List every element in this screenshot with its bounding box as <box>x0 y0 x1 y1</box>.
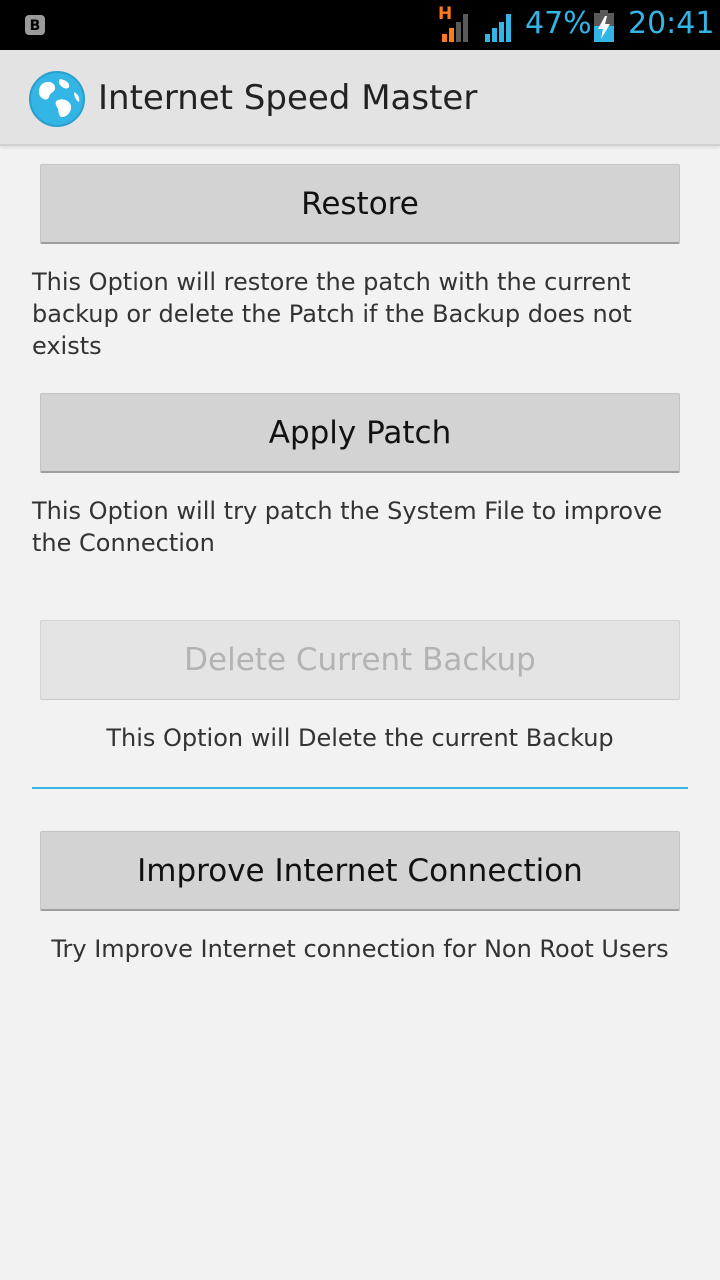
section-divider <box>32 787 688 789</box>
restore-description: This Option will restore the patch with … <box>32 268 632 360</box>
improve-connection-description: Try Improve Internet connection for Non … <box>51 935 669 963</box>
status-bar: B H 47% 20:41 <box>0 0 720 50</box>
clock: 20:41 <box>628 6 715 41</box>
action-bar: Internet Speed Master <box>0 50 720 146</box>
blogger-notification-icon: B <box>25 15 45 35</box>
battery-charging-icon <box>594 10 614 42</box>
apply-patch-description: This Option will try patch the System Fi… <box>32 497 663 557</box>
apply-patch-button[interactable]: Apply Patch <box>40 393 680 473</box>
improve-internet-connection-button[interactable]: Improve Internet Connection <box>40 831 680 911</box>
delete-current-backup-button[interactable]: Delete Current Backup <box>40 620 680 700</box>
signal-strength-icon-2 <box>485 14 511 42</box>
app-title: Internet Speed Master <box>98 78 478 118</box>
restore-button[interactable]: Restore <box>40 164 680 244</box>
svg-text:B: B <box>30 18 41 34</box>
globe-icon[interactable] <box>28 70 86 128</box>
battery-percent: 47% <box>525 6 592 41</box>
signal-strength-icon <box>442 14 468 42</box>
delete-backup-description: This Option will Delete the current Back… <box>106 724 614 752</box>
